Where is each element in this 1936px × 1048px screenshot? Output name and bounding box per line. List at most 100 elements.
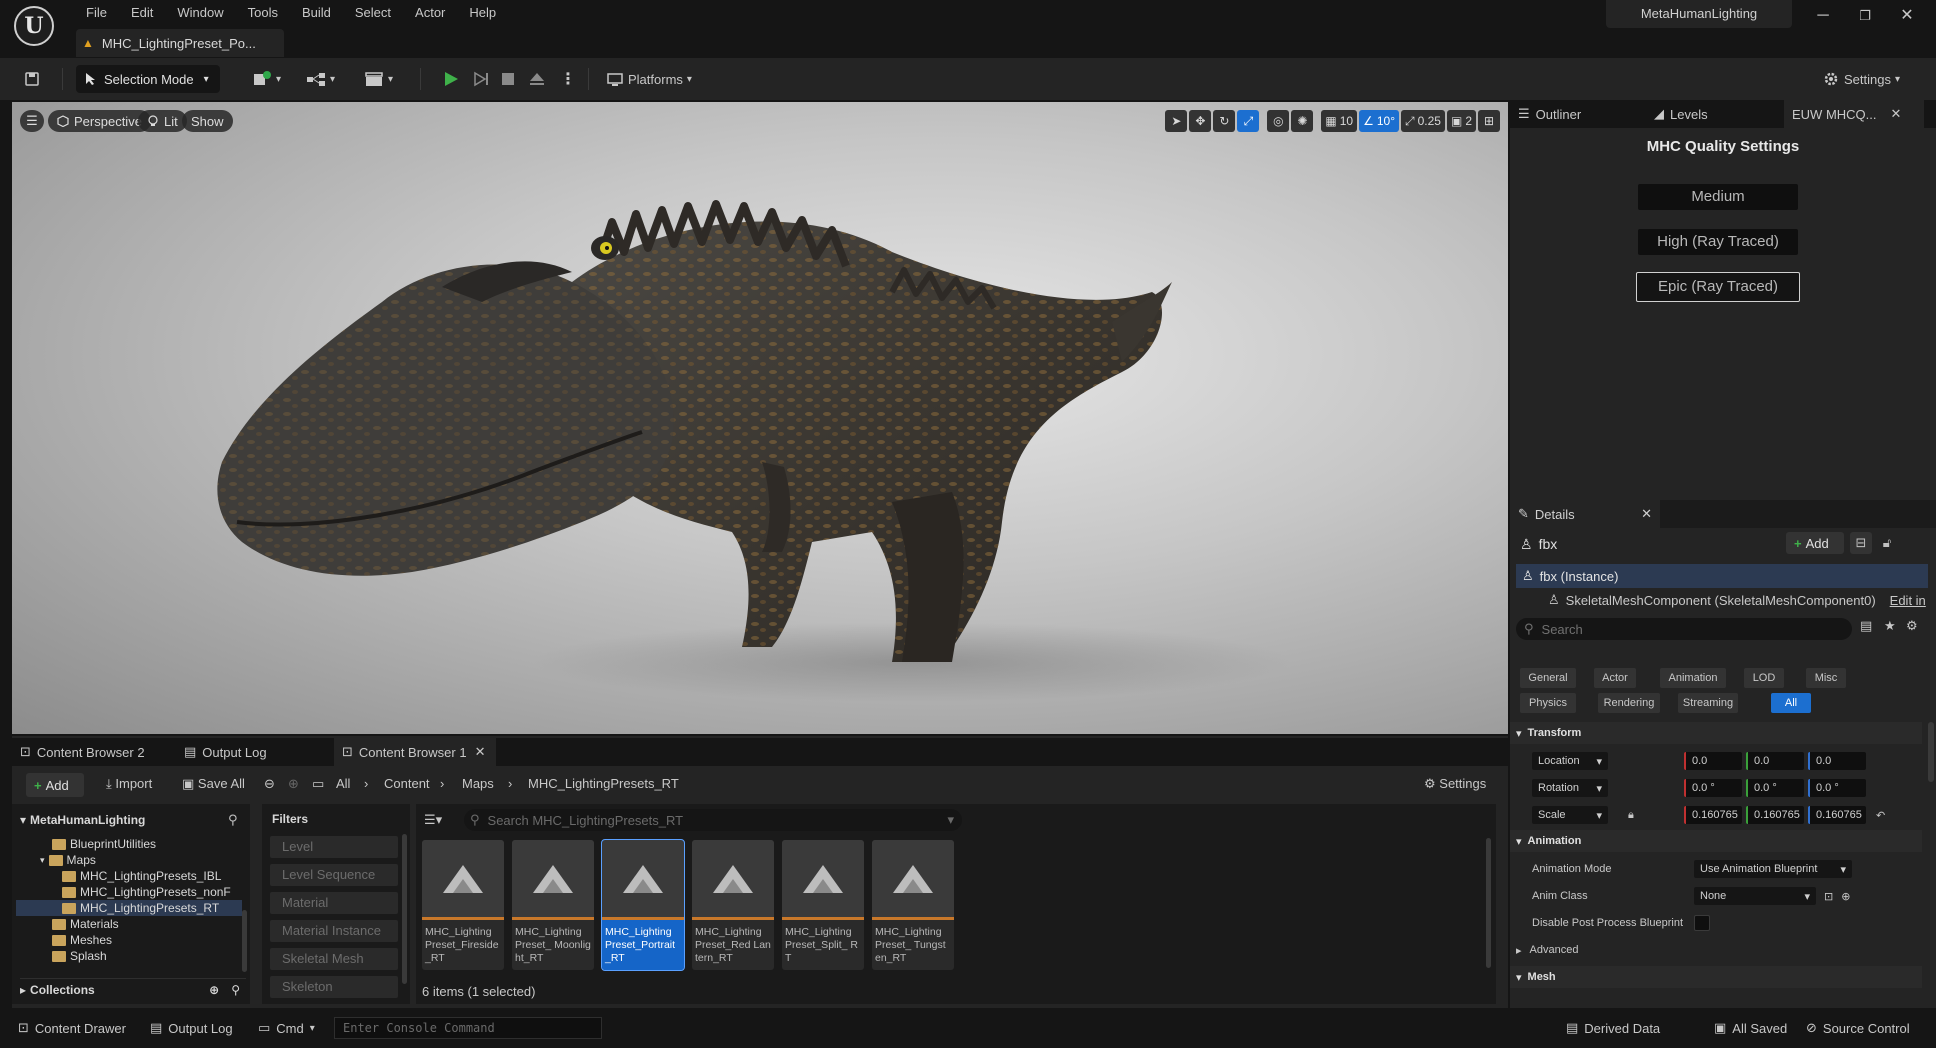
- browse-icon[interactable]: ⊡: [1824, 890, 1833, 903]
- tab-outliner[interactable]: ☰ Outliner: [1510, 100, 1620, 128]
- rotation-y-field[interactable]: 0.0 °: [1746, 779, 1804, 797]
- blueprint-button[interactable]: ▾: [306, 65, 335, 93]
- filter-skeleton[interactable]: Skeleton: [270, 976, 398, 998]
- location-dropdown[interactable]: Location ▾: [1532, 752, 1608, 770]
- console-command-input[interactable]: Enter Console Command: [334, 1017, 602, 1039]
- filter-rendering[interactable]: Rendering: [1598, 693, 1660, 713]
- tree-root[interactable]: ▾ MetaHumanLighting: [20, 812, 145, 828]
- menu-window[interactable]: Window: [165, 3, 235, 23]
- viewport-layout-button[interactable]: ⊞: [1478, 110, 1500, 132]
- minimize-button[interactable]: ─: [1802, 0, 1844, 32]
- rotation-snap-button[interactable]: ∠ 10°: [1359, 110, 1399, 132]
- asset-tile-selected[interactable]: MHC_Lighting Preset_Portrait _RT: [601, 839, 685, 971]
- asset-search-input[interactable]: ⚲ Search MHC_LightingPresets_RT ▾: [464, 809, 962, 831]
- filter-physics[interactable]: Physics: [1520, 693, 1576, 713]
- favorites-button[interactable]: ★: [1884, 618, 1896, 634]
- content-add-button[interactable]: + Add: [26, 773, 84, 797]
- advanced-row[interactable]: ▸ Advanced: [1510, 937, 1922, 963]
- menu-file[interactable]: File: [74, 3, 119, 23]
- derived-data-button[interactable]: ▤ Derived Data: [1566, 1018, 1660, 1038]
- lock-icon[interactable]: 🔒︎: [1628, 809, 1634, 822]
- filter-general[interactable]: General: [1520, 668, 1576, 688]
- tab-levels[interactable]: ◢ Levels: [1646, 100, 1746, 128]
- show-button[interactable]: Show: [182, 110, 233, 132]
- scale-z-field[interactable]: 0.160765: [1808, 806, 1866, 824]
- filter-actor[interactable]: Actor: [1594, 668, 1636, 688]
- reset-icon[interactable]: ↶: [1876, 809, 1885, 822]
- location-x-field[interactable]: 0.0: [1684, 752, 1742, 770]
- tree-item-maps[interactable]: ▾ Maps: [40, 852, 96, 868]
- cmd-dropdown[interactable]: ▭ Cmd ▾: [258, 1018, 315, 1038]
- play-options-button[interactable]: ⋮: [560, 65, 576, 93]
- tree-search-button[interactable]: ⚲: [228, 812, 238, 828]
- maximize-button[interactable]: ❐: [1844, 0, 1886, 32]
- scale-snap-button[interactable]: ⤢ 0.25: [1401, 110, 1445, 132]
- tab-euw-mhcq[interactable]: EUW MHCQ... ✕: [1784, 100, 1924, 128]
- animation-category[interactable]: ▾ Animation: [1510, 830, 1922, 852]
- filters-scrollbar[interactable]: [402, 834, 407, 984]
- filter-misc[interactable]: Misc: [1806, 668, 1846, 688]
- level-document-tab[interactable]: ▲ MHC_LightingPreset_Po...: [76, 29, 284, 57]
- menu-actor[interactable]: Actor: [403, 3, 457, 23]
- add-collection-icon[interactable]: ⊕: [209, 983, 219, 997]
- stop-button[interactable]: [500, 65, 516, 93]
- filter-lod[interactable]: LOD: [1744, 668, 1784, 688]
- advance-frame-button[interactable]: [472, 65, 490, 93]
- filter-animation[interactable]: Animation: [1660, 668, 1726, 688]
- quality-epic-button[interactable]: Epic (Ray Traced): [1636, 272, 1800, 302]
- table-view-button[interactable]: ▤: [1860, 618, 1872, 634]
- eject-button[interactable]: [528, 65, 546, 93]
- details-settings-button[interactable]: ⚙: [1906, 618, 1918, 634]
- quality-high-button[interactable]: High (Ray Traced): [1638, 229, 1798, 255]
- disable-pp-checkbox[interactable]: [1694, 915, 1710, 931]
- tab-output-log[interactable]: ▤ Output Log: [176, 738, 275, 766]
- asset-tile[interactable]: MHC_Lighting Preset_ Moonlight_RT: [512, 840, 594, 970]
- tab-content-browser-2[interactable]: ⊡ Content Browser 2: [12, 738, 153, 766]
- rotation-dropdown[interactable]: Rotation ▾: [1532, 779, 1608, 797]
- menu-help[interactable]: Help: [457, 3, 508, 23]
- breadcrumb-all[interactable]: All: [336, 776, 350, 791]
- rotate-tool-button[interactable]: ↻: [1213, 110, 1236, 132]
- asset-tile[interactable]: MHC_Lighting Preset_Red Lantern_RT: [692, 840, 774, 970]
- tree-item-materials[interactable]: Materials: [52, 916, 119, 932]
- lit-button[interactable]: Lit: [138, 110, 187, 132]
- rotation-z-field[interactable]: 0.0 °: [1808, 779, 1866, 797]
- scale-dropdown[interactable]: Scale ▾: [1532, 806, 1608, 824]
- mesh-category[interactable]: ▾ Mesh: [1510, 966, 1922, 988]
- edit-in-link[interactable]: Edit in: [1890, 593, 1926, 608]
- coordinate-system-button[interactable]: ◎: [1267, 110, 1290, 132]
- filter-all[interactable]: All: [1771, 693, 1811, 713]
- breadcrumb-current[interactable]: MHC_LightingPresets_RT: [528, 776, 679, 791]
- save-all-button[interactable]: ▣ Save All: [182, 776, 245, 792]
- component-instance-row[interactable]: ♙ fbx (Instance): [1516, 564, 1928, 588]
- filter-dropdown-button[interactable]: ☰▾: [424, 812, 442, 828]
- tree-item-presets-nonf[interactable]: MHC_LightingPresets_nonF: [62, 884, 231, 900]
- toolbar-settings-button[interactable]: Settings ▾: [1822, 65, 1900, 93]
- menu-select[interactable]: Select: [343, 3, 403, 23]
- select-tool-button[interactable]: ➤: [1165, 110, 1188, 132]
- assets-scrollbar[interactable]: [1486, 838, 1491, 968]
- add-component-button[interactable]: + Add: [1786, 532, 1844, 554]
- perspective-button[interactable]: Perspective: [48, 110, 151, 132]
- menu-tools[interactable]: Tools: [236, 3, 290, 23]
- cinematics-button[interactable]: ▾: [364, 65, 393, 93]
- anim-class-dropdown[interactable]: None ▾: [1694, 887, 1816, 905]
- breadcrumb-maps[interactable]: Maps: [462, 776, 494, 791]
- scale-x-field[interactable]: 0.160765: [1684, 806, 1742, 824]
- asset-tile[interactable]: MHC_Lighting Preset_ Tungsten_RT: [872, 840, 954, 970]
- filter-level-sequence[interactable]: Level Sequence: [270, 864, 398, 886]
- filter-skeletal-mesh[interactable]: Skeletal Mesh: [270, 948, 398, 970]
- tree-item-splash[interactable]: Splash: [52, 948, 107, 964]
- camera-speed-button[interactable]: ▣ 2: [1446, 110, 1476, 132]
- lock-button[interactable]: 🔓︎: [1876, 532, 1898, 554]
- tree-item-meshes[interactable]: Meshes: [52, 932, 112, 948]
- tree-item-blueprintutilities[interactable]: BlueprintUtilities: [52, 836, 156, 852]
- scale-y-field[interactable]: 0.160765: [1746, 806, 1804, 824]
- location-y-field[interactable]: 0.0: [1746, 752, 1804, 770]
- quality-medium-button[interactable]: Medium: [1638, 184, 1798, 210]
- filter-material[interactable]: Material: [270, 892, 398, 914]
- tree-item-presets-rt[interactable]: MHC_LightingPresets_RT: [16, 900, 242, 916]
- history-forward-button[interactable]: ⊕: [288, 776, 299, 792]
- use-selected-icon[interactable]: ⊕: [1841, 890, 1850, 903]
- collections-section[interactable]: ▸ Collections ⊕ ⚲: [20, 978, 246, 998]
